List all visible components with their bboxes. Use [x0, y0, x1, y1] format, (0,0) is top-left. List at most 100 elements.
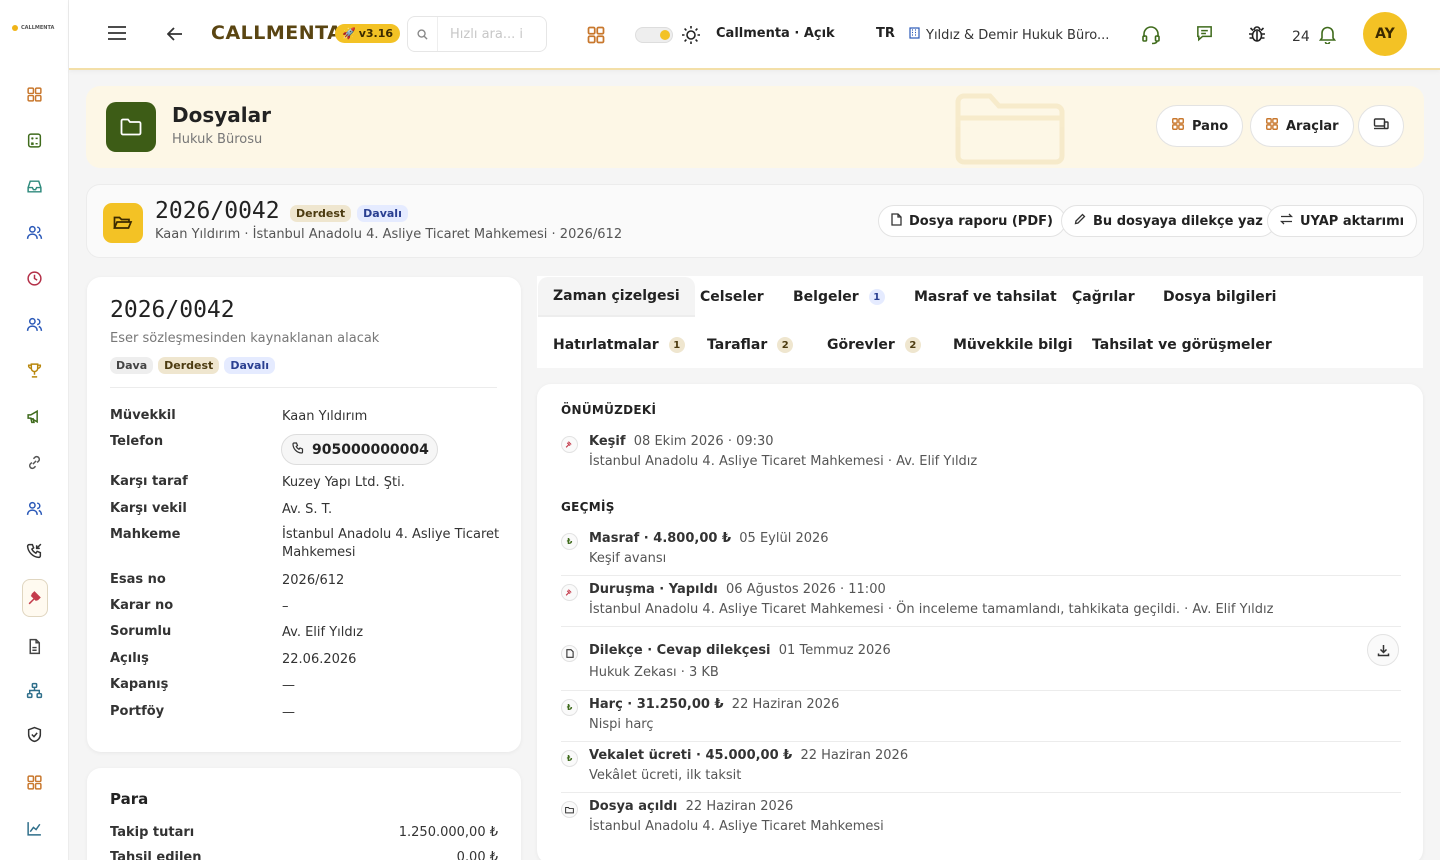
sidebar-shield-check-icon[interactable]	[22, 722, 46, 746]
sidebar-document-icon[interactable]	[22, 634, 46, 658]
tab-cagrilar[interactable]: Çağrılar	[1057, 277, 1150, 317]
uyap-transfer-button[interactable]: UYAP aktarımı	[1267, 205, 1418, 237]
event-date: 01 Temmuz 2026	[778, 643, 891, 658]
sun-icon[interactable]	[681, 25, 701, 45]
event-date: 22 Haziran 2026	[731, 697, 840, 712]
sidebar-link-icon[interactable]	[22, 450, 46, 474]
back-arrow-icon[interactable]	[167, 27, 183, 41]
event-detail: Nispi harç	[589, 717, 654, 732]
page-title: Dosyalar	[172, 103, 271, 127]
write-petition-label: Bu dosyaya dilekçe yaz	[1093, 213, 1263, 229]
document-icon	[561, 645, 578, 662]
event-type: Vekalet ücreti · 45.000,00 ₺	[589, 748, 793, 763]
tab-celseler[interactable]: Celseler	[685, 277, 779, 317]
download-icon[interactable]	[1367, 634, 1399, 666]
search-input[interactable]: Hızlı ara... i	[450, 27, 523, 42]
sidebar-dashboard-icon[interactable]	[22, 82, 46, 106]
tab-zaman-cizelgesi[interactable]: Zaman çizelgesi	[538, 277, 695, 317]
version-badge: 🚀 v3.16	[335, 24, 401, 43]
tab-gorevler[interactable]: Görevler 2	[812, 325, 936, 365]
kapanis-value: —	[282, 678, 295, 693]
tab-label: Zaman çizelgesi	[553, 288, 680, 304]
sidebar-inbox-icon[interactable]	[22, 174, 46, 198]
tab-masraf-ve-tahsilat[interactable]: Masraf ve tahsilat	[899, 277, 1072, 317]
logo-dot-icon	[12, 25, 18, 31]
tab-muvekkile-bilgi[interactable]: Müvekkile bilgi	[938, 325, 1088, 365]
building-icon	[909, 27, 920, 43]
tab-label: Hatırlatmalar	[553, 337, 659, 353]
karsi-vekil-label: Karşı vekil	[110, 501, 187, 516]
telefon-label: Telefon	[110, 434, 164, 449]
phone-call-button[interactable]: 905000000004	[281, 434, 438, 465]
event-date: 08 Ekim 2026 · 09:30	[633, 434, 774, 449]
tahsil-edilen-label: Tahsil edilen	[110, 850, 202, 860]
tab-hatirlatmalar[interactable]: Hatırlatmalar 1	[538, 325, 700, 365]
mahkeme-value: İstanbul Anadolu 4. Asliye Ticaret Mahke…	[282, 527, 500, 560]
sidebar-org-chart-icon[interactable]	[22, 678, 46, 702]
devices-icon	[1373, 117, 1389, 135]
menu-icon[interactable]	[107, 25, 127, 41]
bell-icon[interactable]	[1319, 25, 1336, 44]
tab-count-badge: 1	[868, 289, 885, 305]
transfer-icon	[1279, 213, 1294, 229]
sidebar-phone-incoming-icon[interactable]	[22, 538, 46, 562]
sidebar-users-icon[interactable]	[22, 220, 46, 244]
sidebar-gavel-icon[interactable]	[22, 579, 48, 617]
sidebar-megaphone-icon[interactable]	[22, 404, 46, 428]
theme-toggle[interactable]	[635, 27, 673, 43]
sidebar-clock-icon[interactable]	[22, 266, 46, 290]
apps-grid-icon[interactable]	[586, 25, 606, 45]
theme-label[interactable]: Callmenta · Açık	[716, 26, 835, 41]
takip-tutari-label: Takip tutarı	[110, 825, 195, 840]
sidebar: CALLMENTA	[0, 0, 69, 860]
sidebar-team-icon[interactable]	[22, 312, 46, 336]
language-switch[interactable]: TR	[876, 26, 895, 41]
sidebar-trophy-icon[interactable]	[22, 358, 46, 382]
tab-count-badge: 2	[904, 337, 921, 353]
toggle-knob	[660, 30, 670, 40]
pano-label: Pano	[1192, 118, 1229, 134]
tab-taraflar[interactable]: Taraflar 2	[692, 325, 808, 365]
tab-dosya-bilgileri[interactable]: Dosya bilgileri	[1148, 277, 1291, 317]
folder-watermark-icon	[954, 88, 1066, 166]
bug-icon[interactable]	[1247, 24, 1267, 44]
sidebar-contacts-icon[interactable]	[22, 496, 46, 520]
chat-icon[interactable]	[1195, 24, 1214, 43]
karsi-taraf-value: Kuzey Yapı Ltd. Şti.	[282, 475, 405, 490]
tab-belgeler[interactable]: Belgeler 1	[778, 277, 900, 317]
type-tag: Dava	[110, 357, 154, 374]
report-pdf-label: Dosya raporu (PDF)	[909, 213, 1053, 229]
sidebar-chart-icon[interactable]	[22, 816, 46, 840]
brand-name[interactable]: CALLMENTA	[211, 22, 342, 44]
devices-button[interactable]	[1358, 105, 1404, 147]
araclar-button[interactable]: Araçlar	[1250, 105, 1354, 147]
tab-label: Müvekkile bilgi	[953, 337, 1073, 353]
event-detail: Keşif avansı	[589, 551, 667, 566]
event-date: 22 Haziran 2026	[685, 799, 794, 814]
office-selector[interactable]: Yıldız & Demir Hukuk Büro...	[909, 27, 1109, 43]
folder-icon	[561, 801, 578, 818]
case-subtitle: Kaan Yıldırım · İstanbul Anadolu 4. Asli…	[155, 227, 623, 242]
event-title: Keşif 08 Ekim 2026 · 09:30	[589, 434, 774, 449]
sidebar-calculator-icon[interactable]	[22, 128, 46, 152]
headset-icon[interactable]	[1141, 25, 1161, 45]
sidebar-logo-text: CALLMENTA	[21, 25, 55, 31]
phone-icon	[292, 441, 304, 458]
muvekkil-value[interactable]: Kaan Yıldırım	[282, 408, 502, 426]
tab-label: Dosya bilgileri	[1163, 289, 1277, 305]
sidebar-logo[interactable]: CALLMENTA	[0, 0, 68, 56]
page-subtitle: Hukuk Bürosu	[172, 132, 263, 147]
pano-button[interactable]: Pano	[1156, 105, 1244, 147]
event-detail: İstanbul Anadolu 4. Asliye Ticaret Mahke…	[589, 819, 884, 834]
karar-no-label: Karar no	[110, 598, 174, 613]
search-box[interactable]: Hızlı ara... i	[407, 16, 547, 52]
user-avatar[interactable]: AY	[1363, 12, 1407, 56]
karar-no-value: –	[282, 599, 289, 614]
write-petition-button[interactable]: Bu dosyaya dilekçe yaz	[1061, 205, 1276, 237]
tab-tahsilat-ve-gorusmeler[interactable]: Tahsilat ve görüşmeler	[1077, 325, 1287, 365]
report-pdf-button[interactable]: Dosya raporu (PDF)	[878, 205, 1066, 237]
tab-label: Görevler	[827, 337, 895, 353]
event-title: Dosya açıldı 22 Haziran 2026	[589, 799, 793, 814]
sidebar-grid-icon[interactable]	[22, 770, 46, 794]
event-date: 06 Ağustos 2026 · 11:00	[726, 582, 886, 597]
